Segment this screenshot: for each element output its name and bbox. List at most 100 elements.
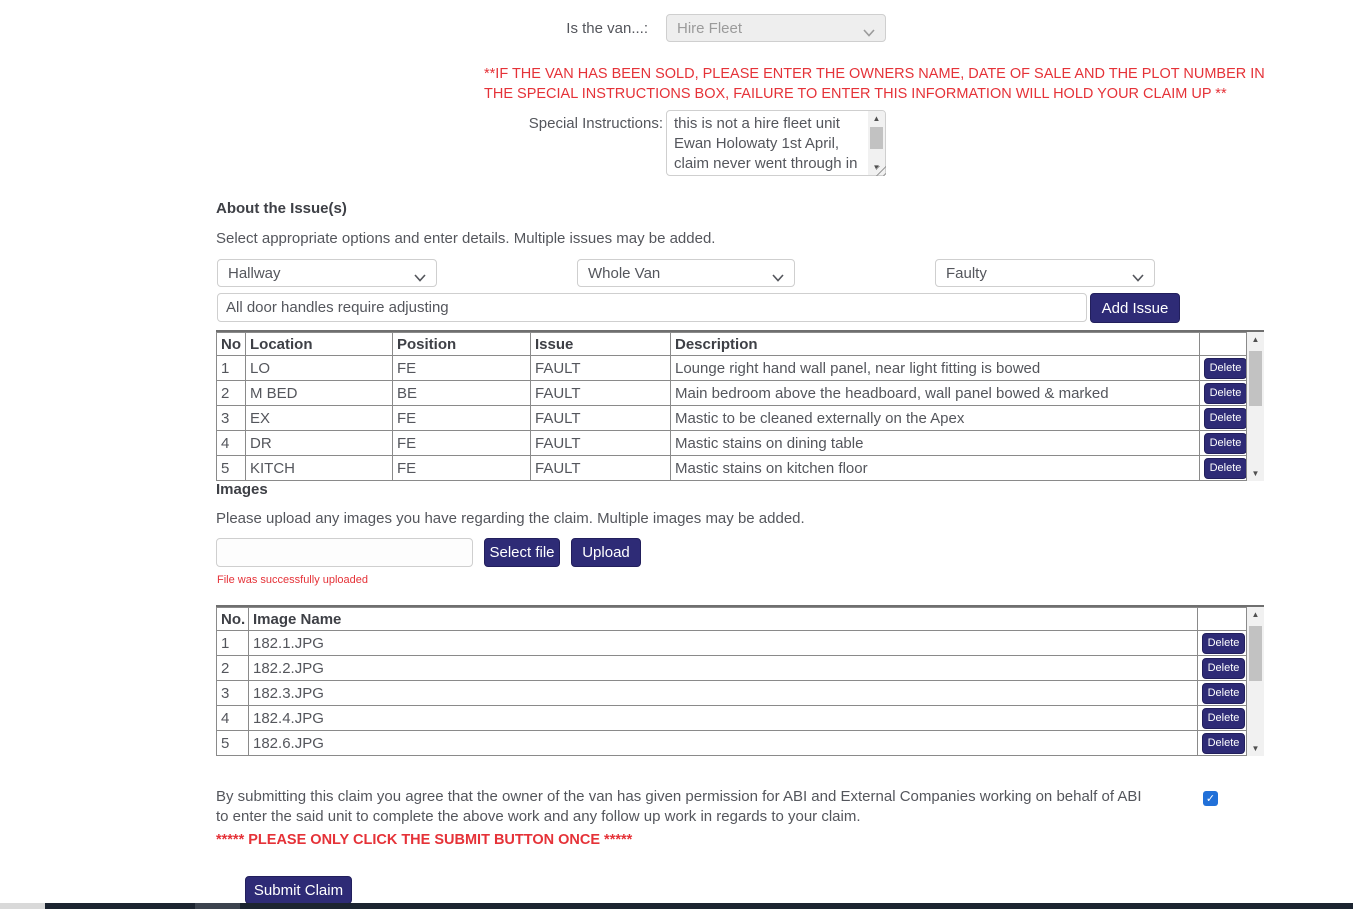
issues-table-row: 1LOFEFAULTLounge right hand wall panel, … bbox=[217, 356, 1247, 381]
issues-table-cell: Mastic to be cleaned externally on the A… bbox=[671, 406, 1200, 431]
special-instructions-label: Special Instructions: bbox=[470, 115, 663, 132]
issues-table: No Location Position Issue Description 1… bbox=[216, 330, 1264, 481]
delete-cell: Delete bbox=[1200, 406, 1247, 431]
submit-warning-text: ***** PLEASE ONLY CLICK THE SUBMIT BUTTO… bbox=[216, 832, 632, 848]
images-actions-header bbox=[1198, 608, 1247, 631]
sold-warning-text: **IF THE VAN HAS BEEN SOLD, PLEASE ENTER… bbox=[484, 64, 1272, 104]
issues-table-cell: FE bbox=[393, 431, 531, 456]
images-table-cell: 2 bbox=[217, 656, 249, 681]
issues-col-header: Issue bbox=[531, 333, 671, 356]
images-table-row: 1182.1.JPGDelete bbox=[217, 631, 1247, 656]
delete-cell: Delete bbox=[1198, 656, 1247, 681]
images-instructions: Please upload any images you have regard… bbox=[216, 510, 805, 527]
issues-table-row: 2M BEDBEFAULTMain bedroom above the head… bbox=[217, 381, 1247, 406]
delete-button[interactable]: Delete bbox=[1204, 358, 1247, 379]
scroll-up-icon[interactable]: ▲ bbox=[1247, 607, 1264, 622]
issues-actions-header bbox=[1200, 333, 1247, 356]
images-table-cell: 182.2.JPG bbox=[249, 656, 1198, 681]
agreement-text: By submitting this claim you agree that … bbox=[216, 787, 1156, 827]
delete-button[interactable]: Delete bbox=[1204, 433, 1247, 454]
images-col-header: Image Name bbox=[249, 608, 1198, 631]
images-table-row: 3182.3.JPGDelete bbox=[217, 681, 1247, 706]
images-table-row: 2182.2.JPGDelete bbox=[217, 656, 1247, 681]
special-instructions-value: this is not a hire fleet unit Ewan Holow… bbox=[667, 111, 868, 175]
images-table-cell: 182.3.JPG bbox=[249, 681, 1198, 706]
issues-table-cell: Mastic stains on kitchen floor bbox=[671, 456, 1200, 481]
issues-table-cell: DR bbox=[246, 431, 393, 456]
add-issue-button[interactable]: Add Issue bbox=[1090, 293, 1180, 323]
images-table-cell: 3 bbox=[217, 681, 249, 706]
van-question-label: Is the van...: bbox=[470, 20, 648, 37]
scroll-up-icon[interactable]: ▲ bbox=[1247, 332, 1264, 347]
scroll-up-icon[interactable]: ▲ bbox=[868, 111, 885, 126]
scrollbar-thumb[interactable] bbox=[1249, 626, 1262, 681]
images-table: No. Image Name 1182.1.JPGDelete2182.2.JP… bbox=[216, 605, 1264, 756]
chevron-down-icon bbox=[772, 269, 784, 277]
file-name-input[interactable] bbox=[216, 538, 473, 567]
delete-cell: Delete bbox=[1200, 381, 1247, 406]
issue-location-selected-value: Hallway bbox=[228, 265, 281, 282]
images-table-cell: 5 bbox=[217, 731, 249, 756]
bottom-bar bbox=[45, 903, 1353, 909]
issues-table-cell: 2 bbox=[217, 381, 246, 406]
upload-status-text: File was successfully uploaded bbox=[217, 574, 368, 586]
issue-type-select[interactable]: Faulty bbox=[935, 259, 1155, 287]
images-table-row: 4182.4.JPGDelete bbox=[217, 706, 1247, 731]
scrollbar-thumb[interactable] bbox=[1249, 351, 1262, 406]
claim-form-page: Is the van...: Hire Fleet **IF THE VAN H… bbox=[0, 0, 1353, 909]
issues-table-cell: FE bbox=[393, 456, 531, 481]
delete-cell: Delete bbox=[1200, 456, 1247, 481]
issues-table-cell: FAULT bbox=[531, 381, 671, 406]
issues-section-heading: About the Issue(s) bbox=[216, 200, 347, 217]
images-table-row: 5182.6.JPGDelete bbox=[217, 731, 1247, 756]
delete-button[interactable]: Delete bbox=[1202, 658, 1245, 679]
chevron-down-icon bbox=[863, 24, 875, 32]
delete-cell: Delete bbox=[1198, 631, 1247, 656]
issues-table-cell: 4 bbox=[217, 431, 246, 456]
delete-button[interactable]: Delete bbox=[1202, 683, 1245, 704]
submit-claim-button[interactable]: Submit Claim bbox=[245, 876, 352, 904]
delete-cell: Delete bbox=[1198, 681, 1247, 706]
check-icon: ✓ bbox=[1206, 792, 1215, 805]
agreement-checkbox[interactable]: ✓ bbox=[1203, 791, 1218, 806]
issue-location-select[interactable]: Hallway bbox=[217, 259, 437, 287]
issues-table-row: 3EXFEFAULTMastic to be cleaned externall… bbox=[217, 406, 1247, 431]
van-status-select[interactable]: Hire Fleet bbox=[666, 14, 886, 42]
van-status-selected-value: Hire Fleet bbox=[677, 20, 742, 37]
delete-button[interactable]: Delete bbox=[1202, 633, 1245, 654]
issues-table-cell: FE bbox=[393, 356, 531, 381]
issue-type-selected-value: Faulty bbox=[946, 265, 987, 282]
issues-table-scrollbar[interactable]: ▲ ▼ bbox=[1247, 332, 1264, 481]
bottom-bar-left-segment bbox=[0, 903, 45, 909]
issues-table-cell: LO bbox=[246, 356, 393, 381]
issues-col-header: Position bbox=[393, 333, 531, 356]
issues-instructions: Select appropriate options and enter det… bbox=[216, 230, 715, 247]
select-file-button[interactable]: Select file bbox=[484, 538, 560, 567]
issue-description-input[interactable] bbox=[217, 293, 1087, 322]
scroll-down-icon[interactable]: ▼ bbox=[1247, 741, 1264, 756]
issues-col-header: Description bbox=[671, 333, 1200, 356]
scroll-down-icon[interactable]: ▼ bbox=[1247, 466, 1264, 481]
issues-table-cell: FAULT bbox=[531, 406, 671, 431]
special-instructions-textarea[interactable]: this is not a hire fleet unit Ewan Holow… bbox=[666, 110, 886, 176]
delete-button[interactable]: Delete bbox=[1204, 408, 1247, 429]
delete-cell: Delete bbox=[1198, 731, 1247, 756]
chevron-down-icon bbox=[1132, 269, 1144, 277]
images-section-heading: Images bbox=[216, 481, 268, 498]
issues-col-header: Location bbox=[246, 333, 393, 356]
delete-button[interactable]: Delete bbox=[1202, 708, 1245, 729]
scrollbar-thumb[interactable] bbox=[870, 127, 883, 149]
issues-table-cell: 3 bbox=[217, 406, 246, 431]
delete-button[interactable]: Delete bbox=[1204, 383, 1247, 404]
issues-table-cell: FE bbox=[393, 406, 531, 431]
delete-button[interactable]: Delete bbox=[1204, 458, 1247, 479]
images-table-cell: 1 bbox=[217, 631, 249, 656]
issues-table-cell: M BED bbox=[246, 381, 393, 406]
images-table-cell: 4 bbox=[217, 706, 249, 731]
delete-button[interactable]: Delete bbox=[1202, 733, 1245, 754]
images-table-scrollbar[interactable]: ▲ ▼ bbox=[1247, 607, 1264, 756]
issue-position-select[interactable]: Whole Van bbox=[577, 259, 795, 287]
resize-grip-icon[interactable] bbox=[876, 166, 886, 176]
upload-button[interactable]: Upload bbox=[571, 538, 641, 567]
issues-table-cell: Mastic stains on dining table bbox=[671, 431, 1200, 456]
